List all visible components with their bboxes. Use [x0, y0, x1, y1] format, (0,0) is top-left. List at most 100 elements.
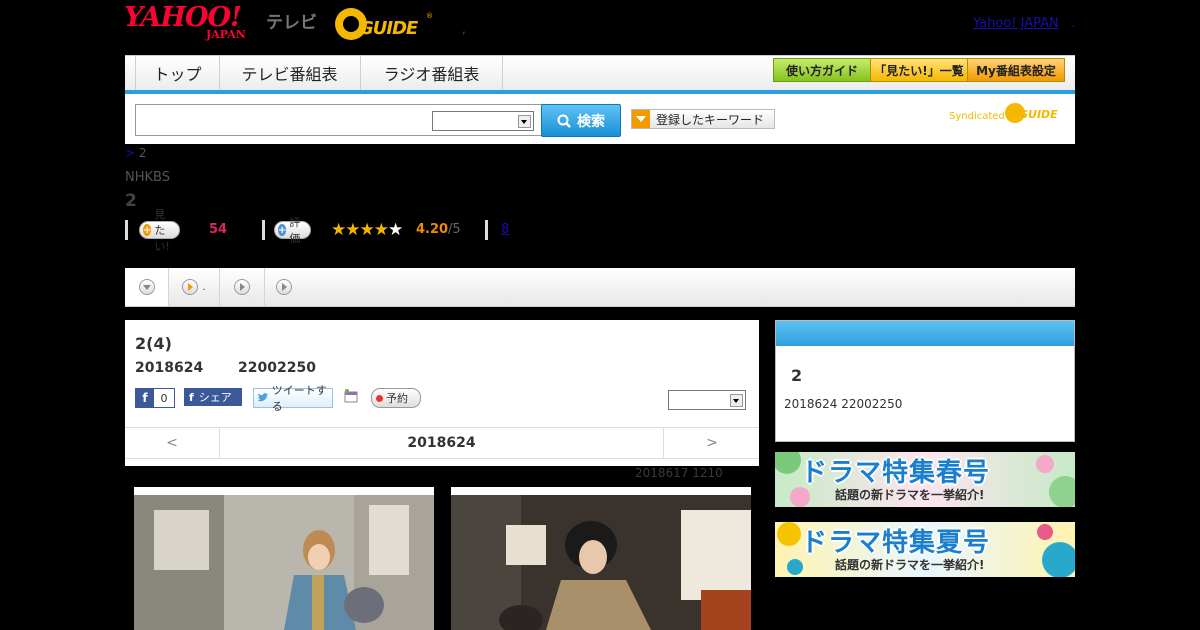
reserve-button[interactable]: 予約: [371, 388, 421, 408]
rating-value: 4.20: [416, 222, 449, 237]
sidebar-program-title[interactable]: 2: [791, 366, 802, 385]
mitai-label: 見たい!: [154, 208, 170, 253]
tab-2[interactable]: .: [169, 268, 220, 306]
scene-photo-2[interactable]: [451, 487, 751, 630]
syndicated-guide-text: GUIDE: [1019, 108, 1058, 121]
scene-photo-1[interactable]: [134, 487, 434, 630]
facebook-share-button[interactable]: f シェア: [184, 388, 242, 406]
header-trail-dot: .: [1071, 16, 1076, 31]
plus-icon: +: [143, 224, 152, 236]
chevron-down-icon: [138, 279, 155, 295]
sidebar-program-card: 2 2018624 22002250: [775, 320, 1075, 442]
nav-tab-top[interactable]: トップ: [135, 56, 220, 90]
gguide-logo[interactable]: GUIDE ®: [335, 8, 435, 40]
star-icon: ★: [359, 220, 375, 240]
episode-time: 22002250: [238, 360, 316, 376]
chevron-down-icon: [518, 115, 531, 128]
scene-image: [451, 495, 751, 630]
rating-stars: ★★★★★: [331, 220, 403, 240]
episode-date: 2018624: [135, 360, 204, 376]
scene-image: [134, 495, 434, 630]
episode-title: 2(4): [135, 334, 172, 353]
registered-mark: ®: [426, 12, 433, 20]
search-bar: 検索 登録したキーワード Syndicated GUIDE: [125, 94, 1075, 144]
content-tabs: .: [125, 268, 1075, 307]
drama-spring-banner[interactable]: ドラマ特集春号 話題の新ドラマを一挙紹介!: [775, 452, 1075, 507]
twitter-bird-icon: [257, 393, 269, 402]
yahoo-logo[interactable]: YAHOO! JAPAN: [124, 4, 246, 41]
program-title: 2: [125, 191, 137, 211]
main-navbar: トップ テレビ番組表 ラジオ番組表 使い方ガイド 「見たい!」一覧 My番組表設…: [125, 55, 1075, 95]
usage-guide-button[interactable]: 使い方ガイド: [773, 58, 871, 82]
search-button-label: 検索: [577, 113, 605, 130]
facebook-count: 0: [160, 391, 168, 405]
search-icon: [557, 114, 571, 128]
sidebar-card-header: [776, 321, 1074, 346]
mitai-count: 54: [209, 222, 228, 237]
tab-1[interactable]: [125, 268, 169, 306]
syndicated-gguide-logo: Syndicated GUIDE: [949, 103, 1069, 125]
star-icon: ★: [345, 220, 360, 240]
registered-keywords-button[interactable]: 登録したキーワード: [631, 109, 775, 129]
plus-icon: +: [278, 224, 287, 236]
nav-tab-tv-schedule[interactable]: テレビ番組表: [219, 56, 361, 90]
chevron-down-icon: [730, 394, 743, 407]
star-empty-icon: ★: [388, 220, 403, 240]
date-navigation: < 2018624 >: [125, 427, 759, 459]
prev-date-button[interactable]: <: [125, 428, 220, 458]
dropdown-arrow-icon: [632, 110, 650, 128]
gguide-text: GUIDE: [359, 18, 418, 39]
tab-2-label: .: [202, 281, 206, 293]
yahoo-japan-link[interactable]: Yahoo! JAPAN: [973, 16, 1059, 31]
play-icon: [276, 279, 292, 295]
breadcrumb-current: 2: [138, 146, 147, 160]
next-date-button[interactable]: >: [663, 428, 760, 458]
current-date: 2018624: [407, 435, 476, 451]
search-button[interactable]: 検索: [541, 104, 621, 137]
banner-subtitle: 話題の新ドラマを一挙紹介!: [835, 488, 985, 502]
tweet-button[interactable]: ツイートする: [253, 384, 333, 413]
mitai-list-button[interactable]: 「見たい!」一覧: [870, 58, 968, 82]
channel-name: NHKBS: [125, 170, 170, 185]
nav-tab-radio-schedule[interactable]: ラジオ番組表: [361, 56, 503, 90]
facebook-icon: f: [189, 390, 194, 404]
breadcrumb: > 2: [125, 146, 147, 160]
header-dot: ,: [462, 22, 466, 36]
banner-title: ドラマ特集春号: [801, 458, 991, 488]
registered-keywords-label: 登録したキーワード: [656, 112, 765, 127]
logo-sub: JAPAN: [206, 28, 246, 41]
rate-label: 評価: [289, 216, 301, 245]
banner-title: ドラマ特集夏号: [801, 528, 991, 558]
facebook-icon: f: [136, 389, 154, 407]
episode-select[interactable]: [668, 390, 746, 410]
star-icon: ★: [331, 220, 346, 240]
star-icon: ★: [373, 220, 389, 240]
tv-label: テレビ: [266, 13, 317, 33]
search-category-select[interactable]: [432, 111, 534, 131]
divider: [262, 220, 265, 240]
tab-4[interactable]: [265, 268, 303, 306]
play-icon: [182, 279, 199, 295]
banner-subtitle: 話題の新ドラマを一挙紹介!: [835, 558, 985, 572]
calendar-icon[interactable]: [343, 388, 359, 404]
facebook-like-button[interactable]: f 0: [135, 388, 175, 408]
facebook-share-label: シェア: [198, 391, 232, 404]
play-icon: [234, 279, 250, 295]
reserve-label: 予約: [386, 392, 408, 405]
rating-max: /5: [448, 222, 461, 237]
updated-timestamp: 2018617 1210: [635, 466, 723, 480]
divider: [125, 220, 128, 240]
mitai-button[interactable]: + 見たい!: [139, 208, 181, 253]
sidebar-program-info: 2018624 22002250: [784, 397, 903, 411]
tab-3[interactable]: [220, 268, 265, 306]
my-schedule-settings-button[interactable]: My番組表設定: [967, 58, 1065, 82]
comments-link[interactable]: 8: [501, 222, 509, 237]
rate-button[interactable]: + 評価: [274, 216, 311, 245]
record-icon: [376, 394, 383, 402]
tweet-label: ツイートする: [271, 384, 327, 413]
syndicated-text: Syndicated: [949, 111, 1005, 122]
episode-card: 2(4) 2018624 22002250 f 0 f シェア ツイートする 予…: [125, 320, 759, 466]
breadcrumb-link[interactable]: >: [125, 146, 135, 160]
divider: [485, 220, 488, 240]
drama-summer-banner[interactable]: ドラマ特集夏号 話題の新ドラマを一挙紹介!: [775, 522, 1075, 577]
